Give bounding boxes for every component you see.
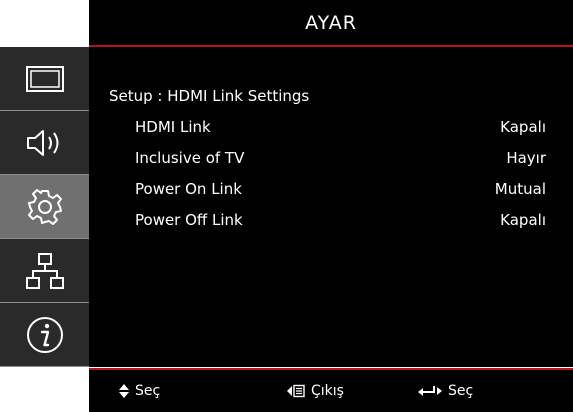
enter-arrow-icon xyxy=(417,384,443,398)
up-down-arrows-icon xyxy=(118,383,130,399)
setting-row-hdmi-link[interactable]: HDMI Link Kapalı xyxy=(89,118,573,142)
speaker-icon xyxy=(25,128,65,158)
tab-audio[interactable] xyxy=(0,111,89,175)
footer-hint-bar: Seç Çıkış Seç xyxy=(89,368,573,412)
hint-select-label: Seç xyxy=(135,383,161,399)
setting-label: Inclusive of TV xyxy=(135,149,245,167)
setting-value[interactable]: Kapalı xyxy=(500,211,546,229)
setting-value[interactable]: Kapalı xyxy=(500,118,546,136)
osd-menu: AYAR Setup: HDMI Link Settings HDMI Lin… xyxy=(0,0,573,412)
setting-row-power-on-link[interactable]: Power On Link Mutual xyxy=(89,180,573,204)
hint-enter: Seç xyxy=(417,370,473,412)
display-icon xyxy=(25,65,65,93)
setting-label: Power On Link xyxy=(135,180,242,198)
menu-back-icon xyxy=(286,384,306,398)
settings-panel: Setup : HDMI Link Settings HDMI Link Kap… xyxy=(89,47,573,367)
hint-exit-label: Çıkış xyxy=(311,383,344,399)
hint-select: Seç xyxy=(118,370,160,412)
tab-info[interactable] xyxy=(0,303,89,367)
setting-value[interactable]: Hayır xyxy=(506,149,546,167)
setting-label: HDMI Link xyxy=(135,118,211,136)
setting-label: Power Off Link xyxy=(135,211,243,229)
setting-row-inclusive-of-tv[interactable]: Inclusive of TV Hayır xyxy=(89,149,573,173)
title-bar: AYAR xyxy=(89,0,573,47)
info-icon xyxy=(25,315,65,355)
setting-row-power-off-link[interactable]: Power Off Link Kapalı xyxy=(89,211,573,235)
network-icon xyxy=(25,252,65,290)
hint-exit: Çıkış xyxy=(286,370,344,412)
tab-network[interactable] xyxy=(0,239,89,303)
tab-setup[interactable] xyxy=(0,175,89,239)
gear-icon xyxy=(25,187,65,227)
submenu-heading: Setup : HDMI Link Settings xyxy=(109,87,310,105)
setting-value[interactable]: Mutual xyxy=(495,180,546,198)
tab-display[interactable] xyxy=(0,47,89,111)
sidebar xyxy=(0,47,91,367)
hint-enter-label: Seç xyxy=(448,383,474,399)
page-title: AYAR xyxy=(305,11,357,34)
